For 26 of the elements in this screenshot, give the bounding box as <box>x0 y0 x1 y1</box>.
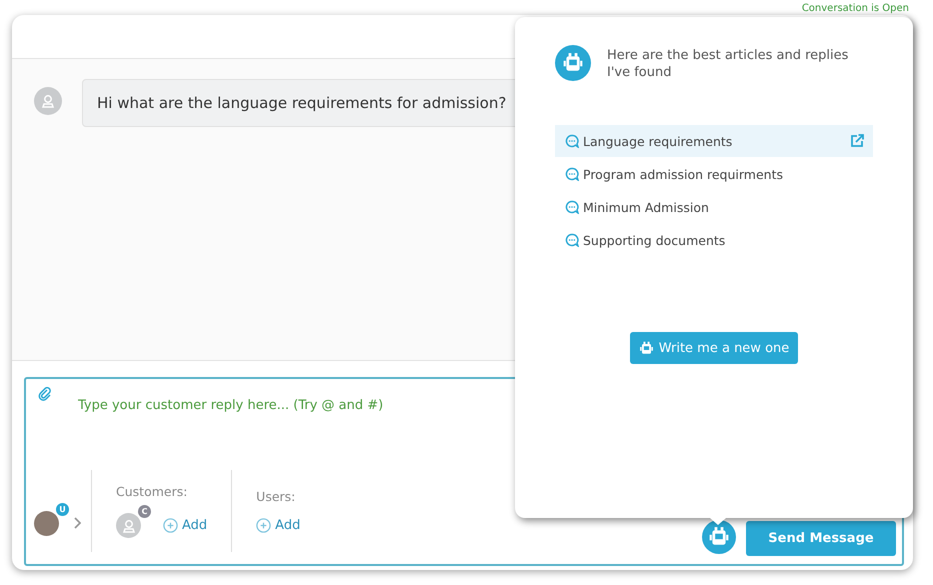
article-item[interactable]: Program admission requirments <box>555 158 873 190</box>
agent-photo-placeholder <box>34 510 59 536</box>
robot-icon <box>638 340 654 356</box>
article-item[interactable]: Supporting documents <box>555 224 873 256</box>
chat-icon <box>565 200 579 214</box>
chat-icon <box>565 134 579 148</box>
add-customer-button[interactable]: Add <box>163 518 208 533</box>
avatar-icon <box>34 87 62 115</box>
chevron-right-icon[interactable] <box>73 517 81 529</box>
add-user-button[interactable]: Add <box>256 518 300 533</box>
customer-avatar-icon <box>116 513 141 538</box>
add-icon <box>256 518 272 533</box>
article-item[interactable]: Language requirements <box>555 125 873 157</box>
users-label: Users: <box>256 489 296 504</box>
add-icon <box>163 518 178 533</box>
suggestions-intro: Here are the best articles and replies I've found <box>607 47 850 81</box>
conversation-status: Conversation is Open <box>802 3 909 15</box>
robot-button[interactable] <box>702 520 736 554</box>
chat-icon <box>565 233 579 247</box>
article-item[interactable]: Minimum Admission <box>555 191 873 223</box>
chat-icon <box>565 167 579 181</box>
customers-label: Customers: <box>116 484 188 499</box>
external-link-icon[interactable] <box>849 133 865 149</box>
paperclip-icon[interactable] <box>38 387 52 401</box>
customer-badge: C <box>138 505 151 518</box>
user-badge: U <box>56 502 69 516</box>
